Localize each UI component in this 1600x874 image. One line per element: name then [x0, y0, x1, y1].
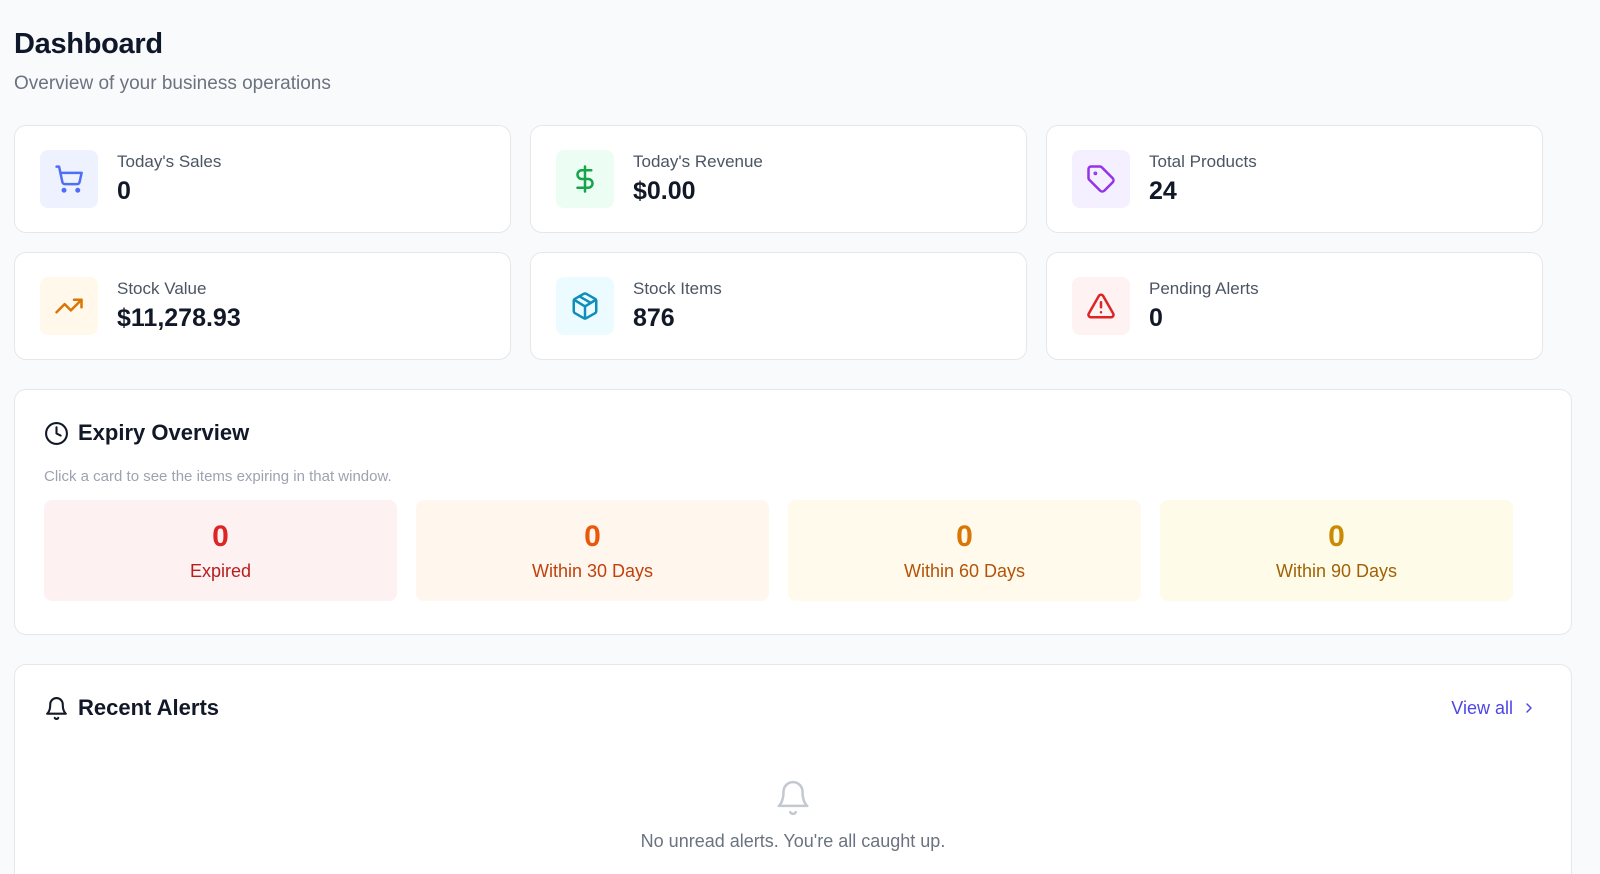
stat-icon-box — [1072, 150, 1130, 208]
trending-up-icon — [55, 298, 83, 314]
alerts-title-wrap: Recent Alerts — [44, 695, 219, 721]
stat-card-pending-alerts[interactable]: Pending Alerts 0 — [1046, 252, 1543, 360]
stat-label: Stock Items — [633, 279, 722, 298]
shopping-cart-icon — [55, 165, 83, 193]
stat-icon-box — [1072, 277, 1130, 335]
clock-icon — [45, 421, 68, 445]
expiry-label: Within 90 Days — [1275, 560, 1398, 581]
stat-text: Today's Revenue $0.00 — [633, 151, 763, 207]
page-header: Dashboard Overview of your business oper… — [14, 0, 1572, 96]
expiry-count: 0 — [956, 519, 973, 553]
expiry-hint: Click a card to see the items expiring i… — [44, 468, 392, 485]
stat-label: Stock Value — [117, 279, 207, 298]
expiry-count: 0 — [1328, 519, 1345, 553]
expiry-panel-header: Expiry Overview — [44, 420, 1542, 446]
bell-icon — [46, 696, 67, 720]
dashboard-page: Dashboard Overview of your business oper… — [0, 0, 1600, 874]
expiry-overview-title: Expiry Overview — [78, 420, 250, 445]
stat-label: Pending Alerts — [1149, 279, 1259, 298]
stats-grid: Today's Sales 0 Today's Revenue $0.00 To… — [14, 125, 1572, 360]
page-title: Dashboard — [14, 28, 163, 60]
alert-triangle-icon — [1087, 293, 1115, 319]
expiry-card-within-90-days[interactable]: 0 Within 90 Days — [1160, 500, 1513, 601]
recent-alerts-panel: Recent Alerts View all No unread alerts.… — [14, 664, 1572, 874]
view-all-link[interactable]: View all — [1451, 698, 1537, 719]
box-icon — [572, 292, 598, 320]
stat-icon-box — [556, 150, 614, 208]
stat-icon-box — [40, 150, 98, 208]
stat-card-total-products[interactable]: Total Products 24 — [1046, 125, 1543, 233]
alerts-panel-header: Recent Alerts View all — [44, 695, 1542, 721]
stat-icon-box — [556, 277, 614, 335]
stat-label: Today's Sales — [117, 152, 222, 171]
page-subtitle: Overview of your business operations — [14, 73, 331, 94]
recent-alerts-title: Recent Alerts — [78, 695, 220, 720]
stat-text: Stock Items 876 — [633, 278, 722, 334]
stat-card-todays-revenue[interactable]: Today's Revenue $0.00 — [530, 125, 1027, 233]
expiry-card-within-60-days[interactable]: 0 Within 60 Days — [788, 500, 1141, 601]
expiry-card-within-30-days[interactable]: 0 Within 30 Days — [416, 500, 769, 601]
expiry-title-wrap: Expiry Overview — [44, 420, 249, 446]
expiry-cards: 0 Expired 0 Within 30 Days 0 Within 60 D… — [44, 500, 1542, 601]
bell-icon — [777, 780, 809, 816]
stat-label: Total Products — [1149, 152, 1257, 171]
expiry-count: 0 — [584, 519, 601, 553]
dollar-icon — [576, 165, 594, 193]
expiry-card-expired[interactable]: 0 Expired — [44, 500, 397, 601]
stat-value: $0.00 — [633, 177, 696, 205]
stat-value: 0 — [1149, 304, 1163, 332]
stat-text: Total Products 24 — [1149, 151, 1257, 207]
stat-text: Stock Value $11,278.93 — [117, 278, 241, 334]
stat-value: $11,278.93 — [117, 304, 241, 332]
expiry-label: Expired — [189, 560, 252, 581]
stat-label: Today's Revenue — [633, 152, 763, 171]
expiry-label: Within 60 Days — [903, 560, 1026, 581]
stat-card-todays-sales[interactable]: Today's Sales 0 — [14, 125, 511, 233]
stat-value: 876 — [633, 304, 675, 332]
stat-value: 0 — [117, 177, 131, 205]
stat-card-stock-value[interactable]: Stock Value $11,278.93 — [14, 252, 511, 360]
stat-text: Today's Sales 0 — [117, 151, 221, 207]
expiry-count: 0 — [212, 519, 229, 553]
stat-card-stock-items[interactable]: Stock Items 876 — [530, 252, 1027, 360]
tag-icon — [1087, 165, 1115, 193]
chevron-right-icon — [1526, 703, 1532, 713]
empty-alerts-text: No unread alerts. You're all caught up. — [640, 831, 946, 851]
alerts-empty-state: No unread alerts. You're all caught up. — [44, 779, 1542, 852]
stat-text: Pending Alerts 0 — [1149, 278, 1259, 334]
view-all-label: View all — [1451, 697, 1513, 718]
expiry-overview-panel: Expiry Overview Click a card to see the … — [14, 389, 1572, 635]
expiry-label: Within 30 Days — [531, 560, 654, 581]
stat-icon-box — [40, 277, 98, 335]
stat-value: 24 — [1149, 177, 1177, 205]
